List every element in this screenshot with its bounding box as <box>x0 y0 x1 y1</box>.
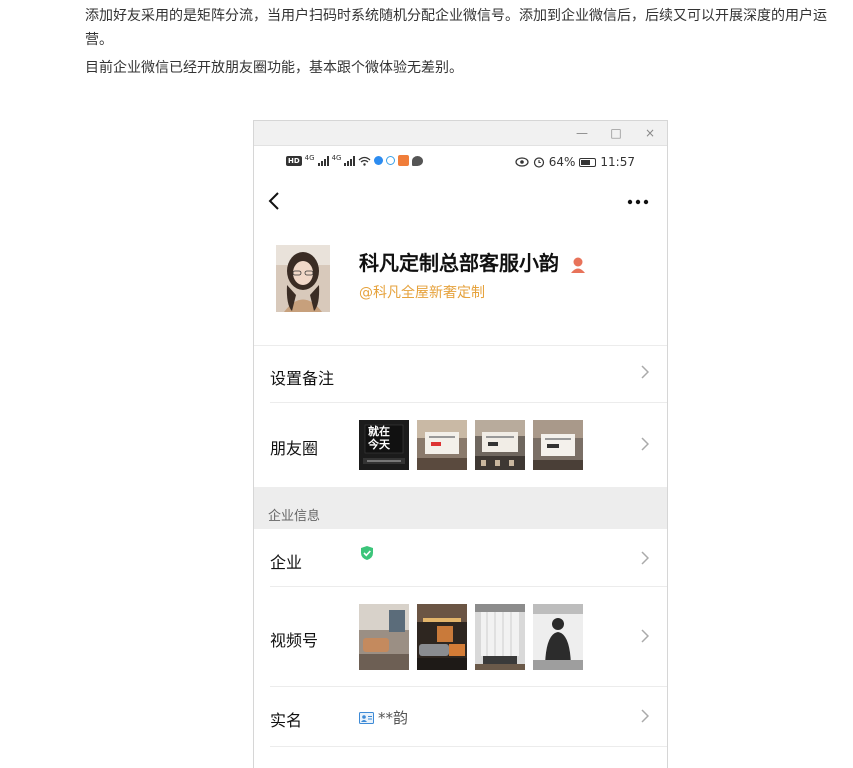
minimize-button[interactable]: — <box>575 125 589 141</box>
row-label-realname: 实名 <box>270 711 303 730</box>
row-enterprise[interactable]: 企业 <box>254 529 667 587</box>
maximize-button[interactable]: □ <box>609 125 623 141</box>
network-type-2: 4G <box>331 154 342 162</box>
row-label-moments: 朋友圈 <box>270 439 319 458</box>
chevron-right-icon <box>641 435 650 456</box>
article-paragraph-2: 目前企业微信已经开放朋友圈功能，基本跟个微体验无差别。 <box>85 60 463 76</box>
realname-text: **韵 <box>378 709 409 727</box>
clock: 11:57 <box>600 155 635 169</box>
phone-screenshot-window: — □ × HD 4G 4G 64% 11:57 科凡定制总部客服小韵 @科凡全… <box>253 120 668 768</box>
channels-thumb-1[interactable] <box>359 604 409 670</box>
moments-thumb-2[interactable] <box>417 420 467 470</box>
more-icon[interactable] <box>627 189 649 210</box>
channels-thumb-3[interactable] <box>475 604 525 670</box>
moments-thumbnails: 就在 今天 <box>359 420 583 470</box>
row-channels[interactable]: 视频号 <box>254 587 667 687</box>
channels-thumb-4[interactable] <box>533 604 583 670</box>
chevron-right-icon <box>641 707 650 728</box>
section-header-label: 企业信息 <box>268 509 321 524</box>
battery-icon <box>579 157 597 167</box>
moments-thumb-1-text-b: 今天 <box>368 438 390 451</box>
person-icon <box>570 257 585 273</box>
id-card-icon <box>359 711 374 724</box>
moments-thumb-1[interactable]: 就在 今天 <box>359 420 409 470</box>
contact-name: 科凡定制总部客服小韵 <box>359 247 586 276</box>
channels-thumb-2[interactable] <box>417 604 467 670</box>
network-type-1: 4G <box>304 154 315 162</box>
moments-thumb-4[interactable] <box>533 420 583 470</box>
chevron-right-icon <box>641 627 650 648</box>
back-icon[interactable] <box>268 191 280 217</box>
contact-name-text: 科凡定制总部客服小韵 <box>359 251 559 275</box>
row-divider <box>270 746 667 747</box>
avatar[interactable] <box>276 245 330 312</box>
window-titlebar: — □ × <box>254 121 667 146</box>
contact-profile: 科凡定制总部客服小韵 @科凡全屋新奢定制 <box>254 229 667 346</box>
row-set-remark[interactable]: 设置备注 <box>254 345 667 403</box>
message-icon <box>412 155 424 166</box>
verified-shield-icon <box>360 545 374 565</box>
chevron-right-icon <box>641 363 650 384</box>
alarm-icon <box>533 157 544 168</box>
row-label-channels: 视频号 <box>270 631 319 650</box>
chevron-right-icon <box>641 549 650 570</box>
wifi-icon <box>359 156 371 166</box>
hd-badge: HD <box>286 155 302 166</box>
signal-icon-2 <box>344 155 356 166</box>
row-moments[interactable]: 朋友圈 就在 今天 <box>254 403 667 487</box>
row-realname[interactable]: 实名 **韵 <box>254 687 667 747</box>
row-label-enterprise: 企业 <box>270 553 303 572</box>
row-label-remark: 设置备注 <box>270 369 335 388</box>
close-button[interactable]: × <box>643 125 657 141</box>
nav-bar <box>254 179 667 229</box>
contact-company[interactable]: @科凡全屋新奢定制 <box>359 282 485 302</box>
article-paragraph-1: 添加好友采用的是矩阵分流，当用户扫码时系统随机分配企业微信号。添加到企业微信后，… <box>85 8 827 48</box>
moments-thumb-1-text-a: 就在 <box>368 425 390 438</box>
channels-thumbnails <box>359 604 583 670</box>
phone-status-bar: HD 4G 4G 64% 11:57 <box>254 145 667 179</box>
realname-value: **韵 <box>359 707 408 728</box>
section-header-enterprise-info: 企业信息 <box>254 487 667 529</box>
battery-percent: 64% <box>548 155 576 169</box>
app-notification-icon-ring <box>386 156 396 165</box>
moments-thumb-3[interactable] <box>475 420 525 470</box>
signal-icon <box>317 155 329 166</box>
app-notification-icon-orange <box>398 155 410 166</box>
eye-icon <box>515 157 529 167</box>
app-notification-icon-blue <box>374 156 384 165</box>
